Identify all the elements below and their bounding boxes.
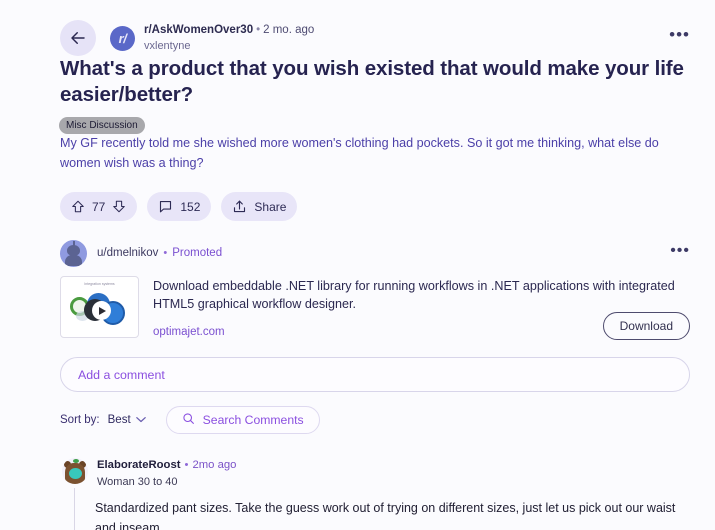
post-body-text: My GF recently told me she wished more w… — [60, 136, 659, 171]
comment-body-text: Standardized pant sizes. Take the guess … — [95, 500, 676, 530]
sort-dropdown-value: Best — [107, 414, 131, 426]
add-comment-input[interactable]: Add a comment — [60, 357, 690, 392]
ad-separator: • — [163, 247, 168, 259]
ad-overflow-menu-icon[interactable]: ••• — [670, 243, 690, 259]
chevron-down-icon — [135, 414, 146, 426]
comment-username[interactable]: ElaborateRoost — [97, 459, 181, 471]
upvote-arrow-icon[interactable] — [71, 199, 85, 214]
ad-body: Integration systems Download embeddable … — [60, 276, 690, 340]
share-upload-icon — [232, 199, 247, 214]
avatar-leaf — [73, 459, 79, 463]
share-label: Share — [254, 199, 287, 214]
promoted-ad-card: u/dmelnikov • Promoted ••• Integration s… — [60, 238, 690, 340]
subreddit-avatar[interactable]: r/ — [110, 25, 135, 51]
share-pill[interactable]: Share — [221, 192, 298, 221]
post-overflow-menu-icon[interactable]: ••• — [669, 26, 690, 43]
user-avatar-icon[interactable] — [62, 458, 88, 484]
snoo-head — [67, 244, 80, 256]
search-icon — [182, 412, 195, 428]
ad-promoted-label: Promoted — [172, 247, 223, 259]
post-title: What's a product that you wish existed t… — [60, 57, 684, 107]
comment-sort-row: Sort by: Best Search Comments — [60, 406, 320, 434]
comment-meta: ElaborateRoost • 2mo ago Woman 30 to 40 — [97, 458, 236, 489]
search-comments-label: Search Comments — [202, 413, 304, 427]
post-header-meta: r/AskWomenOver30 • 2 mo. ago vxlentyne — [144, 23, 314, 53]
search-comments-button[interactable]: Search Comments — [165, 406, 320, 434]
avatar-face — [69, 468, 82, 479]
arrow-left-icon — [69, 29, 87, 47]
comment-item: ElaborateRoost • 2mo ago Woman 30 to 40 St… — [62, 458, 690, 530]
ad-description: Download embeddable .NET library for run… — [153, 279, 675, 312]
comment-count: 152 — [180, 199, 201, 214]
comment-header: ElaborateRoost • 2mo ago Woman 30 to 40 — [62, 458, 690, 489]
back-button[interactable] — [60, 20, 96, 56]
downvote-arrow-icon[interactable] — [112, 199, 126, 214]
ad-username[interactable]: u/dmelnikov — [97, 247, 158, 259]
play-button-icon[interactable] — [92, 301, 111, 320]
ad-thumbnail[interactable]: Integration systems — [60, 276, 139, 338]
comment-bubble-icon — [158, 199, 173, 214]
header-separator: • — [256, 24, 261, 37]
snoo-avatar-icon[interactable] — [60, 239, 87, 267]
post-header-line: r/AskWomenOver30 • 2 mo. ago — [144, 23, 314, 38]
ad-header: u/dmelnikov • Promoted ••• — [60, 238, 690, 268]
comment-separator: • — [184, 459, 189, 471]
snoo-body — [65, 254, 82, 266]
sort-dropdown[interactable]: Best — [108, 414, 146, 426]
subreddit-link[interactable]: r/AskWomenOver30 — [144, 24, 253, 36]
comment-user-flair: Woman 30 to 40 — [97, 475, 178, 488]
subreddit-avatar-label: r/ — [118, 30, 127, 46]
comment-thread-line — [74, 488, 75, 530]
add-comment-placeholder: Add a comment — [78, 367, 165, 382]
post-header: r/ r/AskWomenOver30 • 2 mo. ago vxlentyne … — [60, 18, 690, 58]
download-button[interactable]: Download — [602, 312, 690, 340]
post-flair-badge[interactable]: Misc Discussion — [59, 117, 145, 134]
post-timestamp: 2 mo. ago — [263, 24, 315, 37]
comments-pill[interactable]: 152 — [147, 192, 212, 221]
vote-count: 77 — [92, 199, 106, 214]
comment-byline: ElaborateRoost • 2mo ago — [97, 458, 236, 473]
comment-timestamp: 2mo ago — [192, 459, 237, 471]
post-author[interactable]: vxlentyne — [144, 39, 314, 53]
sort-by-label: Sort by: — [60, 414, 100, 426]
vote-pill[interactable]: 77 — [60, 192, 138, 221]
reddit-post-page: r/ r/AskWomenOver30 • 2 mo. ago vxlentyne … — [0, 0, 715, 530]
post-action-bar: 77 152 Share — [60, 192, 298, 221]
ad-thumbnail-caption: Integration systems — [84, 282, 115, 286]
